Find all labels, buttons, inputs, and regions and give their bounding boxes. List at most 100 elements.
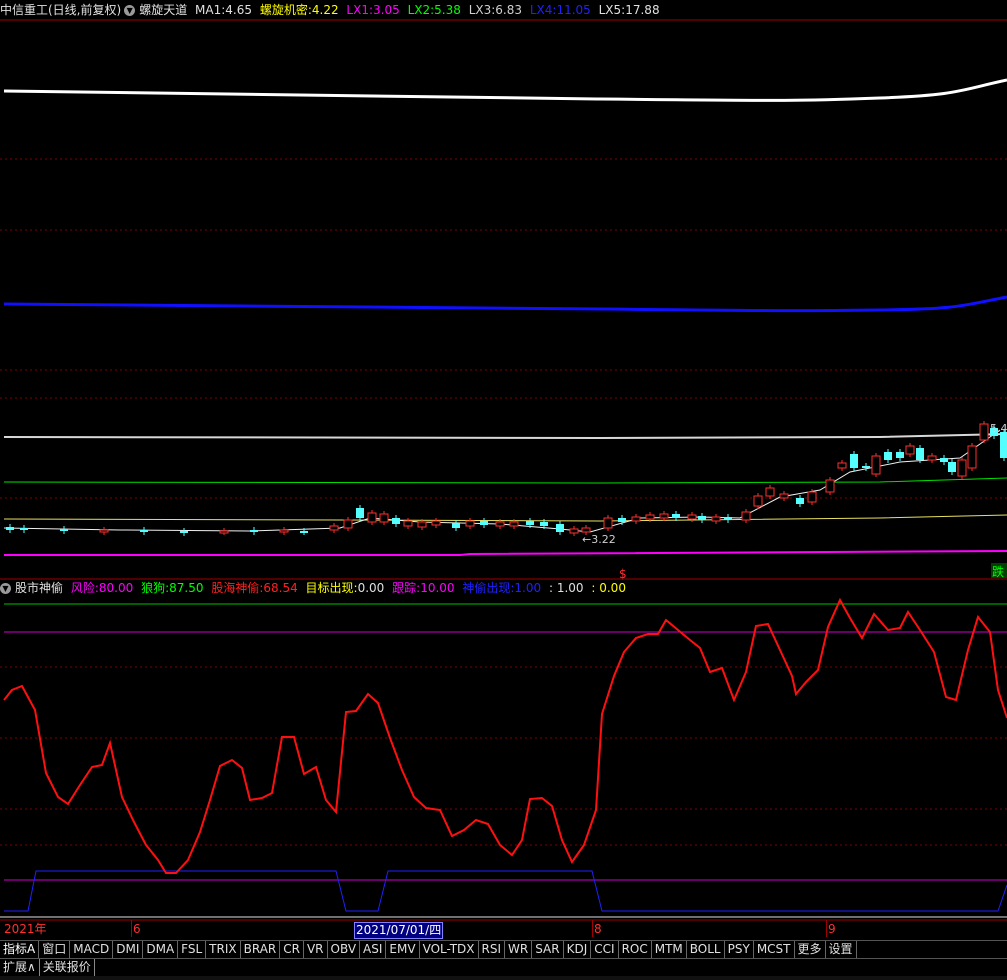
candle-body xyxy=(967,445,977,469)
lx1-line xyxy=(4,550,1007,556)
risk-label: 风险: xyxy=(70,581,99,595)
main-price-chart[interactable]: ←3.22 5.4 $ 跌 xyxy=(0,0,1007,580)
candle-body xyxy=(779,493,789,499)
candle-body xyxy=(927,455,937,461)
candle-body xyxy=(711,516,721,522)
sub-indicator-name[interactable]: 股市神偷 xyxy=(15,581,63,595)
tab-16[interactable]: SAR xyxy=(532,941,564,958)
candle-body xyxy=(495,521,505,527)
tab-15[interactable]: WR xyxy=(505,941,533,958)
candle-body xyxy=(979,423,989,441)
bottom-tab-1[interactable]: 关联报价 xyxy=(40,959,95,976)
candle-body xyxy=(6,527,14,530)
candle-body xyxy=(367,512,377,523)
tab-11[interactable]: ASI xyxy=(360,941,387,958)
indicator-tab-bar: 指标A 窗口 MACD DMI DMA FSL TRIX BRAR CR VR OBV ASI EMV V… xyxy=(0,940,1007,959)
candle-body xyxy=(250,530,258,532)
candle-body xyxy=(300,531,308,533)
wolf-label: 狼狗: xyxy=(141,581,170,595)
sub-chart-legend: ▼ 股市神偷 风险:80.00 狼狗:87.50 股海神偷:68.54 目标出现:… xyxy=(0,579,630,597)
candle-body xyxy=(896,452,904,458)
lx2-line xyxy=(3,477,1007,484)
cursor-date: 2021/07/01/四 xyxy=(354,922,444,939)
candle-body xyxy=(526,521,534,525)
candle-body xyxy=(765,487,775,497)
thief-value: 1.00 xyxy=(514,581,542,595)
date-axis: 2021年 6 2021/07/01/四 8 9 xyxy=(0,920,1007,939)
tab-9[interactable]: VR xyxy=(304,941,328,958)
risk-value: 80.00 xyxy=(98,581,134,595)
candle-body xyxy=(916,448,924,460)
target-value: 0.00 xyxy=(357,581,385,595)
candle-body xyxy=(356,508,364,518)
tab-6[interactable]: TRIX xyxy=(206,941,241,958)
extra2-value: : 0.00 xyxy=(591,581,626,595)
signal-fall-marker: 跌 xyxy=(992,564,1004,579)
candle-body xyxy=(343,519,353,529)
spiral-line xyxy=(3,514,1007,522)
candle-body xyxy=(509,521,519,527)
candle-body xyxy=(480,521,488,525)
candle-body xyxy=(645,514,655,520)
lx5-line xyxy=(3,78,1007,102)
candle-body xyxy=(219,530,229,534)
tab-4[interactable]: DMA xyxy=(143,941,179,958)
sea-value: 68.54 xyxy=(263,581,298,595)
tab-17[interactable]: KDJ xyxy=(564,941,592,958)
thief-label: 神偷出现: xyxy=(462,581,515,595)
lx4-line xyxy=(3,295,1007,313)
sub-indicator-menu-icon[interactable]: ▼ xyxy=(0,583,11,594)
candle-body xyxy=(581,527,591,533)
tab-5[interactable]: FSL xyxy=(178,941,207,958)
tab-13[interactable]: VOL-TDX xyxy=(420,941,479,958)
candle-body xyxy=(698,516,706,520)
candle-body xyxy=(825,479,835,493)
candle-body xyxy=(741,511,751,521)
tab-7[interactable]: BRAR xyxy=(241,941,281,958)
bottom-bar: 扩展∧ 关联报价 xyxy=(0,958,1007,977)
candle-body xyxy=(417,521,427,528)
tab-18[interactable]: CCI xyxy=(591,941,619,958)
tab-12[interactable]: EMV xyxy=(386,941,420,958)
tab-0[interactable]: 指标A xyxy=(0,941,40,958)
main-gridlines xyxy=(0,158,1007,499)
candle-body xyxy=(631,516,641,522)
candle-body xyxy=(796,498,804,504)
date-month-9: 9 xyxy=(828,922,836,936)
sea-label: 股海神偷: xyxy=(211,581,264,595)
date-year: 2021年 xyxy=(4,922,47,936)
tab-20[interactable]: MTM xyxy=(652,941,687,958)
tab-19[interactable]: ROC xyxy=(619,941,652,958)
tab-14[interactable]: RSI xyxy=(479,941,506,958)
candle-body xyxy=(807,491,817,503)
candle-body xyxy=(672,514,680,518)
candle-body xyxy=(569,528,579,534)
horizontal-scrollbar[interactable] xyxy=(0,976,1007,980)
sea-thief-line xyxy=(3,597,1007,874)
tab-23[interactable]: MCST xyxy=(754,941,795,958)
bottom-tab-0[interactable]: 扩展∧ xyxy=(0,959,40,976)
candle-body xyxy=(948,462,956,472)
tab-8[interactable]: CR xyxy=(280,941,304,958)
tab-10[interactable]: OBV xyxy=(328,941,361,958)
tab-21[interactable]: BOLL xyxy=(687,941,725,958)
tab-24[interactable]: 更多 xyxy=(795,941,826,958)
tab-3[interactable]: DMI xyxy=(113,941,144,958)
candle-body xyxy=(753,495,763,507)
candle-body xyxy=(837,462,847,469)
candle-body xyxy=(884,452,892,460)
wolf-value: 87.50 xyxy=(169,581,204,595)
tab-1[interactable]: 窗口 xyxy=(39,941,71,958)
ma1-line xyxy=(3,429,1001,533)
tab-22[interactable]: PSY xyxy=(725,941,754,958)
candle-body xyxy=(431,520,441,526)
candle-body xyxy=(180,531,188,533)
date-month-6: 6 xyxy=(133,922,141,936)
candle-body xyxy=(659,513,669,519)
candle-body xyxy=(1000,432,1007,458)
target-label: 目标出现: xyxy=(305,581,358,595)
tab-2[interactable]: MACD xyxy=(70,941,114,958)
candle-body xyxy=(465,520,475,527)
tab-25[interactable]: 设置 xyxy=(826,941,857,958)
candle-body xyxy=(99,529,109,533)
